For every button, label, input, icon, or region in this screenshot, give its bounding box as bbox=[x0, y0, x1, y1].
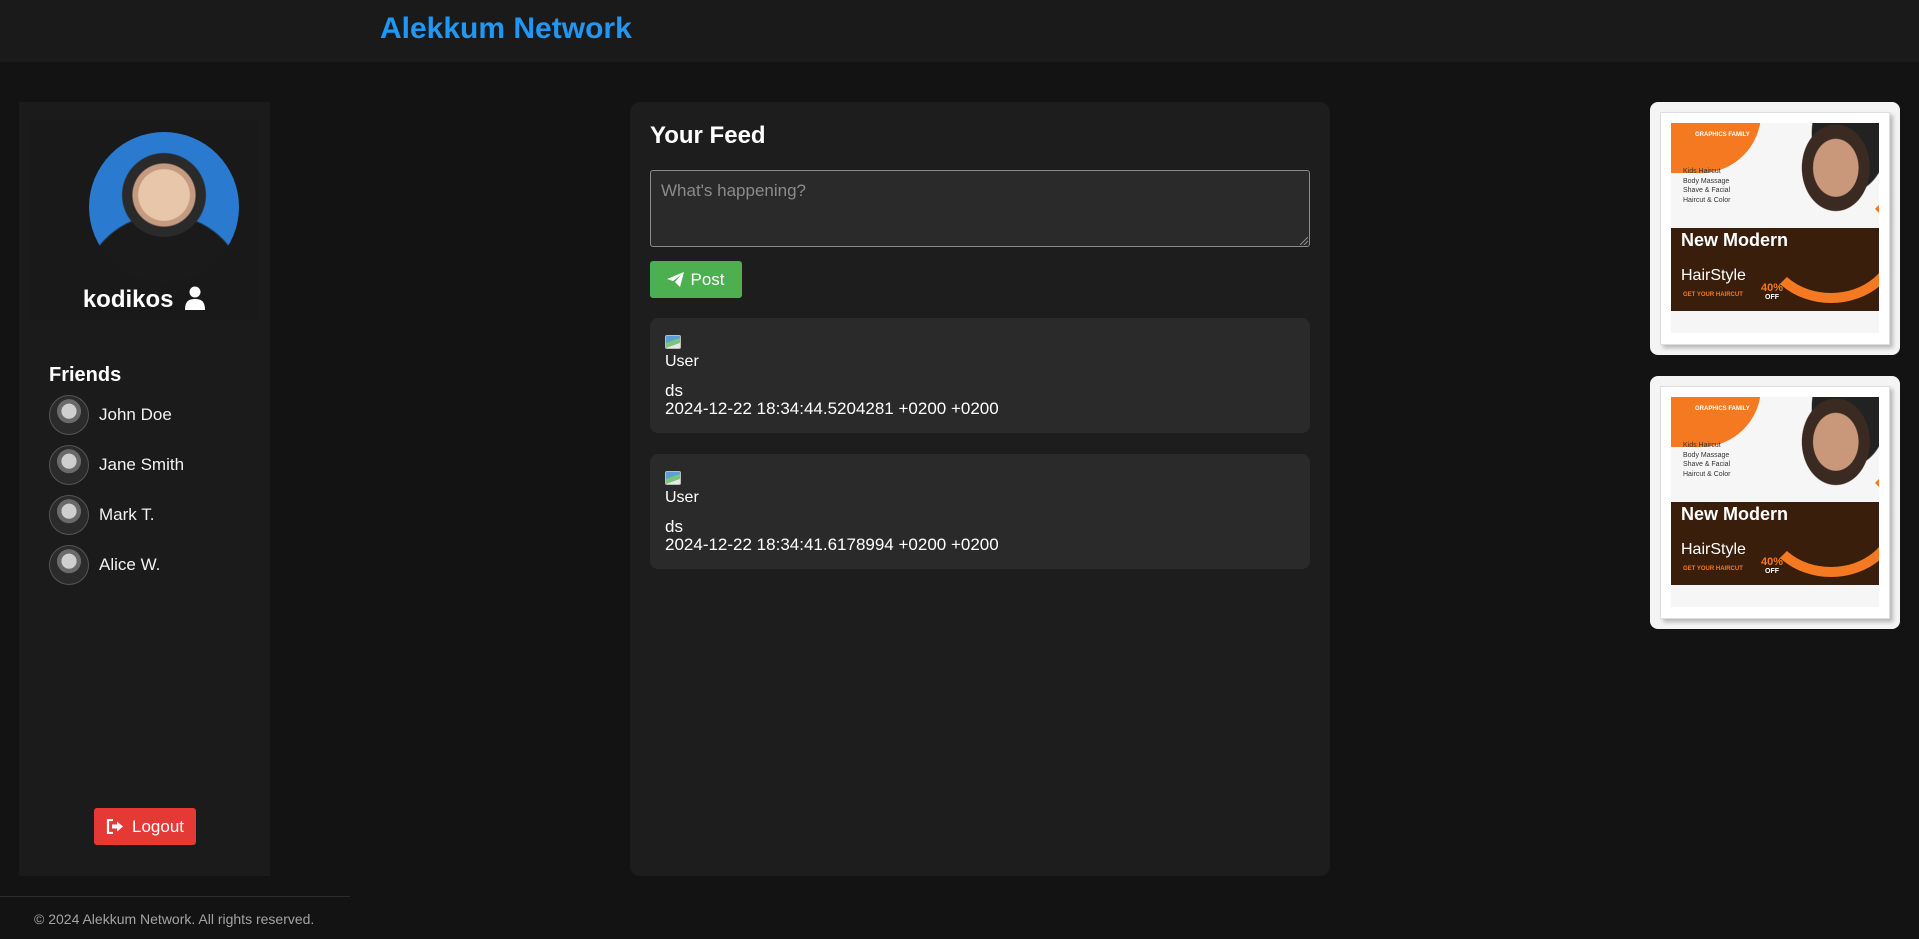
friend-avatar bbox=[49, 545, 89, 585]
friend-avatar bbox=[49, 495, 89, 535]
ad-service: Haircut & Color bbox=[1683, 196, 1731, 204]
ad-discount-suffix: OFF bbox=[1765, 294, 1780, 301]
site-brand[interactable]: Alekkum Network bbox=[380, 12, 632, 46]
ad-service: Kids Haircut bbox=[1683, 168, 1721, 175]
friend-item[interactable]: Jane Smith bbox=[49, 445, 184, 485]
post-button-label: Post bbox=[690, 269, 725, 289]
ad-services: Kids Haircut Body Massage Shave & Facial… bbox=[1683, 167, 1730, 205]
feed-post: User ds 2024-12-22 18:34:41.6178994 +020… bbox=[650, 454, 1310, 569]
ad-cta: GET YOUR HAIRCUT bbox=[1683, 566, 1743, 572]
ad-discount: 40% OFF bbox=[1761, 283, 1783, 303]
footer-divider bbox=[0, 896, 350, 897]
feed-panel: Your Feed Post User ds 2024-12-22 18:34:… bbox=[630, 102, 1330, 876]
ad-footer bbox=[1671, 311, 1879, 333]
ad-image: GRAPHICS FAMILY Kids Haircut Body Massag… bbox=[1660, 112, 1890, 345]
ad-headline: New Modern bbox=[1681, 230, 1789, 250]
ad-corner bbox=[1671, 123, 1761, 173]
friend-avatar bbox=[49, 395, 89, 435]
ad-cta: GET YOUR HAIRCUT bbox=[1683, 292, 1743, 298]
broken-image-icon bbox=[665, 471, 681, 485]
ad-model-photo bbox=[1783, 123, 1879, 235]
footer-copyright: © 2024 Alekkum Network. All rights reser… bbox=[34, 911, 315, 927]
ad-brand: GRAPHICS FAMILY bbox=[1695, 132, 1750, 138]
logout-button[interactable]: Logout bbox=[94, 808, 196, 845]
post-button[interactable]: Post bbox=[650, 261, 742, 298]
ad-brand: GRAPHICS FAMILY bbox=[1695, 406, 1750, 412]
friend-item[interactable]: Mark T. bbox=[49, 495, 154, 535]
profile-username[interactable]: kodikos bbox=[83, 286, 174, 313]
ad-service: Shave & Facial bbox=[1683, 187, 1731, 194]
post-content: ds bbox=[665, 381, 683, 400]
feed-title: Your Feed bbox=[650, 122, 766, 149]
post-timestamp: 2024-12-22 18:34:41.6178994 +0200 +0200 bbox=[665, 535, 999, 554]
profile-name-row: kodikos bbox=[19, 286, 270, 317]
post-timestamp: 2024-12-22 18:34:44.5204281 +0200 +0200 bbox=[665, 399, 999, 418]
friends-heading: Friends bbox=[49, 364, 122, 386]
sign-out-icon bbox=[106, 819, 123, 834]
logout-label: Logout bbox=[132, 816, 184, 836]
feed-post: User ds 2024-12-22 18:34:44.5204281 +020… bbox=[650, 318, 1310, 433]
post-avatar[interactable]: User bbox=[665, 335, 701, 371]
post-avatar-alt-text: User bbox=[665, 353, 699, 370]
post-composer-input[interactable] bbox=[650, 170, 1310, 247]
ad-footer bbox=[1671, 585, 1879, 607]
ad-service: Haircut & Color bbox=[1683, 470, 1731, 478]
ad-services: Kids Haircut Body Massage Shave & Facial… bbox=[1683, 441, 1730, 479]
ad-service: Body Massage bbox=[1683, 177, 1730, 185]
textarea-resize-grip[interactable] bbox=[1300, 237, 1308, 245]
ad-artwork: GRAPHICS FAMILY Kids Haircut Body Massag… bbox=[1671, 397, 1879, 607]
top-navbar: Alekkum Network bbox=[0, 0, 1919, 62]
ad-service: Body Massage bbox=[1683, 451, 1730, 459]
friend-item[interactable]: John Doe bbox=[49, 395, 172, 435]
profile-avatar[interactable] bbox=[89, 132, 239, 282]
post-avatar-alt-text: User bbox=[665, 489, 699, 506]
ad-banner[interactable]: GRAPHICS FAMILY Kids Haircut Body Massag… bbox=[1650, 102, 1900, 355]
ad-image: GRAPHICS FAMILY Kids Haircut Body Massag… bbox=[1660, 386, 1890, 619]
ad-corner bbox=[1671, 397, 1761, 447]
ad-service: Kids Haircut bbox=[1683, 442, 1721, 449]
broken-image-icon bbox=[665, 335, 681, 349]
ad-artwork: GRAPHICS FAMILY Kids Haircut Body Massag… bbox=[1671, 123, 1879, 333]
ad-banner[interactable]: GRAPHICS FAMILY Kids Haircut Body Massag… bbox=[1650, 376, 1900, 629]
paper-plane-icon bbox=[667, 272, 685, 287]
ad-discount: 40% OFF bbox=[1761, 557, 1783, 577]
left-sidebar: kodikos Friends John Doe Jane Smith Mark… bbox=[19, 102, 270, 876]
ad-discount-suffix: OFF bbox=[1765, 568, 1780, 575]
friend-avatar bbox=[49, 445, 89, 485]
ad-model-photo bbox=[1783, 397, 1879, 509]
friend-name: Alice W. bbox=[99, 555, 161, 574]
post-content: ds bbox=[665, 517, 683, 536]
ad-headline: New Modern bbox=[1681, 504, 1789, 524]
friend-name: John Doe bbox=[99, 405, 172, 424]
friend-item[interactable]: Alice W. bbox=[49, 545, 160, 585]
ad-service: Shave & Facial bbox=[1683, 461, 1731, 468]
post-avatar[interactable]: User bbox=[665, 471, 701, 507]
ad-subheadline: HairStyle bbox=[1681, 267, 1746, 284]
friend-name: Mark T. bbox=[99, 505, 155, 524]
friend-name: Jane Smith bbox=[99, 455, 185, 474]
user-icon[interactable] bbox=[184, 286, 206, 317]
ad-subheadline: HairStyle bbox=[1681, 541, 1746, 558]
